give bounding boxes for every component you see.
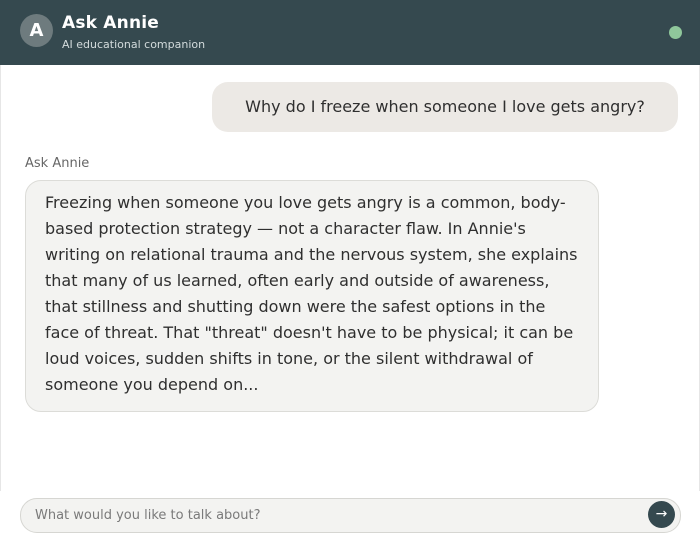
app-title: Ask Annie: [62, 13, 160, 33]
user-message-bubble: Why do I freeze when someone I love gets…: [212, 82, 678, 132]
message-input[interactable]: [35, 499, 635, 532]
app-subtitle: AI educational companion: [62, 38, 206, 51]
send-button[interactable]: →: [648, 501, 675, 528]
assistant-message-bubble: Freezing when someone you love gets angr…: [25, 180, 599, 412]
arrow-right-icon: →: [655, 506, 668, 522]
assistant-name-label: Ask Annie: [25, 156, 90, 171]
app-header: A Ask Annie AI educational companion: [0, 0, 700, 65]
chat-area[interactable]: Why do I freeze when someone I love gets…: [0, 65, 700, 491]
message-composer: →: [20, 498, 681, 533]
avatar: A: [20, 14, 53, 47]
online-status-icon: [669, 26, 682, 39]
